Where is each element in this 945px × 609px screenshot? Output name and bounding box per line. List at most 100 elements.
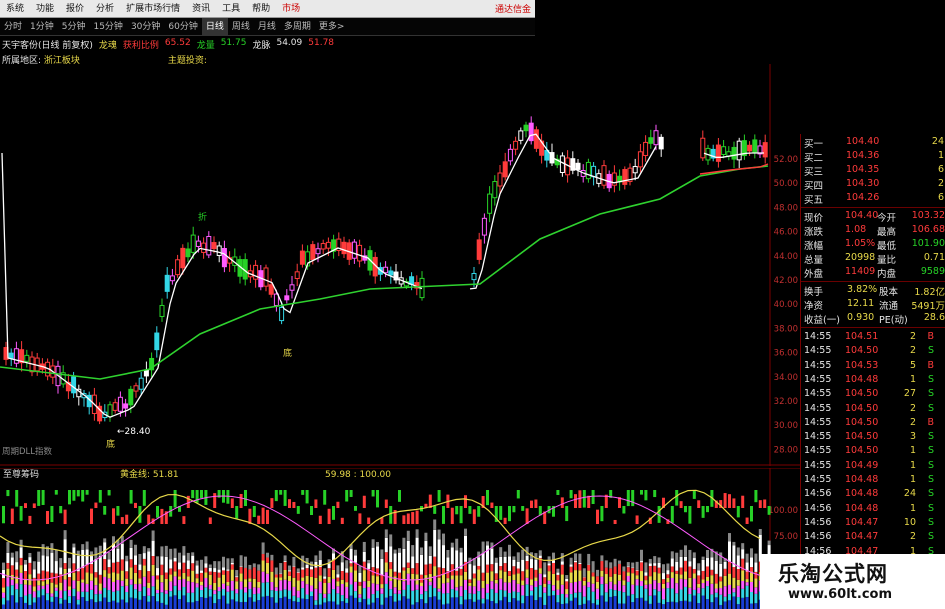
chip-bar bbox=[490, 589, 494, 602]
signal-bar bbox=[292, 501, 296, 508]
chip-bar bbox=[675, 552, 679, 562]
menu-item[interactable]: 扩展市场行情 bbox=[120, 0, 186, 18]
signal-bar bbox=[120, 517, 124, 524]
menu-item[interactable]: 功能 bbox=[30, 0, 60, 18]
chip-bar bbox=[85, 549, 89, 565]
chip-bar bbox=[371, 539, 375, 548]
chip-bar bbox=[547, 565, 551, 572]
period-tab[interactable]: 分时 bbox=[0, 18, 26, 36]
chip-bar bbox=[741, 570, 745, 582]
chip-bar bbox=[618, 580, 621, 591]
tick-volume: 1 bbox=[909, 445, 916, 457]
stock-title[interactable]: 天宇客份(日线 前复权) bbox=[2, 38, 93, 51]
period-tab[interactable]: 更多> bbox=[315, 18, 349, 36]
chip-bar bbox=[340, 601, 344, 609]
menu-item[interactable]: 系统 bbox=[0, 0, 30, 18]
chip-bar bbox=[151, 575, 155, 587]
chip-bar bbox=[622, 580, 626, 586]
signal-bar bbox=[72, 490, 76, 501]
chip-bar bbox=[684, 600, 687, 609]
chip-bar bbox=[244, 587, 247, 593]
candlestick-chart[interactable]: 52.0050.0048.0046.0044.0042.0040.0038.00… bbox=[0, 64, 800, 466]
chip-bar bbox=[556, 572, 560, 575]
signal-bar bbox=[305, 490, 309, 504]
signal-bar bbox=[736, 506, 740, 518]
chip-bar bbox=[288, 598, 291, 609]
chip-bar bbox=[662, 604, 665, 609]
period-tab[interactable]: 30分钟 bbox=[127, 18, 164, 36]
signal-bar bbox=[261, 507, 265, 524]
chip-bar bbox=[578, 570, 582, 582]
chip-bar bbox=[701, 570, 705, 580]
stat-key: 涨跌 bbox=[804, 227, 824, 238]
chip-bar bbox=[358, 597, 362, 603]
chip-bar bbox=[415, 584, 419, 590]
chip-bar bbox=[512, 580, 516, 592]
chip-bar bbox=[244, 579, 247, 588]
chip-bar bbox=[314, 577, 318, 589]
chip-bar bbox=[411, 545, 415, 557]
candle-body bbox=[315, 248, 321, 255]
chip-bar bbox=[697, 593, 701, 604]
chip-bar bbox=[173, 595, 177, 609]
stat-key: 流通 bbox=[879, 301, 899, 312]
menu-item[interactable]: 分析 bbox=[90, 0, 120, 18]
chip-bar bbox=[160, 602, 164, 609]
signal-bar bbox=[191, 490, 195, 499]
period-tab[interactable]: 15分钟 bbox=[89, 18, 126, 36]
chip-bar bbox=[257, 564, 261, 571]
chip-bar bbox=[200, 570, 203, 573]
tick-price: 104.48 bbox=[845, 502, 879, 514]
chip-bar bbox=[50, 552, 54, 573]
menu-item[interactable]: 市场 bbox=[276, 0, 306, 18]
chip-bar bbox=[261, 571, 265, 583]
period-tab[interactable]: 1分钟 bbox=[26, 18, 58, 36]
candle-body bbox=[154, 332, 160, 351]
menu-item[interactable]: 报价 bbox=[60, 0, 90, 18]
period-tab[interactable]: 日线 bbox=[201, 17, 228, 36]
chip-bar bbox=[644, 580, 648, 585]
menu-item[interactable]: 工具 bbox=[216, 0, 246, 18]
candle-body bbox=[159, 304, 165, 318]
chip-bar bbox=[618, 574, 621, 581]
chip-bar bbox=[389, 595, 393, 609]
period-tab[interactable]: 月线 bbox=[254, 18, 280, 36]
period-tab[interactable]: 多周期 bbox=[280, 18, 315, 36]
y-tick-label: 38.00 bbox=[774, 324, 798, 334]
chip-indicator-chart[interactable]: 至尊筹码黄金线: 51.8159.98 : 100.00100.0075.005… bbox=[0, 468, 800, 609]
chip-bar bbox=[499, 547, 503, 557]
menu-item[interactable]: 帮助 bbox=[246, 0, 276, 18]
chip-bar bbox=[151, 596, 155, 609]
signal-bar bbox=[534, 499, 538, 508]
bid-volume: 6 bbox=[937, 192, 944, 203]
chip-bar bbox=[424, 591, 428, 604]
chip-bar bbox=[442, 533, 445, 546]
period-tab[interactable]: 60分钟 bbox=[164, 18, 201, 36]
chip-bar bbox=[543, 587, 547, 593]
candle-body bbox=[752, 139, 758, 153]
period-tab[interactable]: 周线 bbox=[228, 18, 254, 36]
chip-bar bbox=[367, 580, 371, 588]
tick-volume: 10 bbox=[903, 516, 916, 528]
chip-bar bbox=[543, 562, 547, 575]
chip-bar bbox=[94, 572, 98, 578]
chip-bar bbox=[28, 585, 32, 594]
chip-bar bbox=[723, 596, 727, 602]
chip-bar bbox=[640, 571, 643, 582]
menu-item[interactable]: 资讯 bbox=[186, 0, 216, 18]
chip-bar bbox=[640, 549, 643, 562]
chip-bar bbox=[32, 591, 36, 598]
chip-bar bbox=[147, 582, 151, 589]
chip-bar bbox=[745, 579, 749, 583]
chip-bar bbox=[173, 561, 177, 572]
chip-bar bbox=[138, 591, 142, 600]
chip-bar bbox=[103, 576, 107, 588]
signal-bar bbox=[578, 490, 582, 508]
bid-volume: 6 bbox=[937, 164, 944, 175]
chip-bar bbox=[569, 582, 573, 595]
chip-bar bbox=[252, 594, 256, 602]
tick-price: 104.50 bbox=[845, 416, 879, 428]
period-tab[interactable]: 5分钟 bbox=[58, 18, 90, 36]
chip-bar bbox=[301, 588, 305, 599]
chip-bar bbox=[354, 549, 357, 556]
